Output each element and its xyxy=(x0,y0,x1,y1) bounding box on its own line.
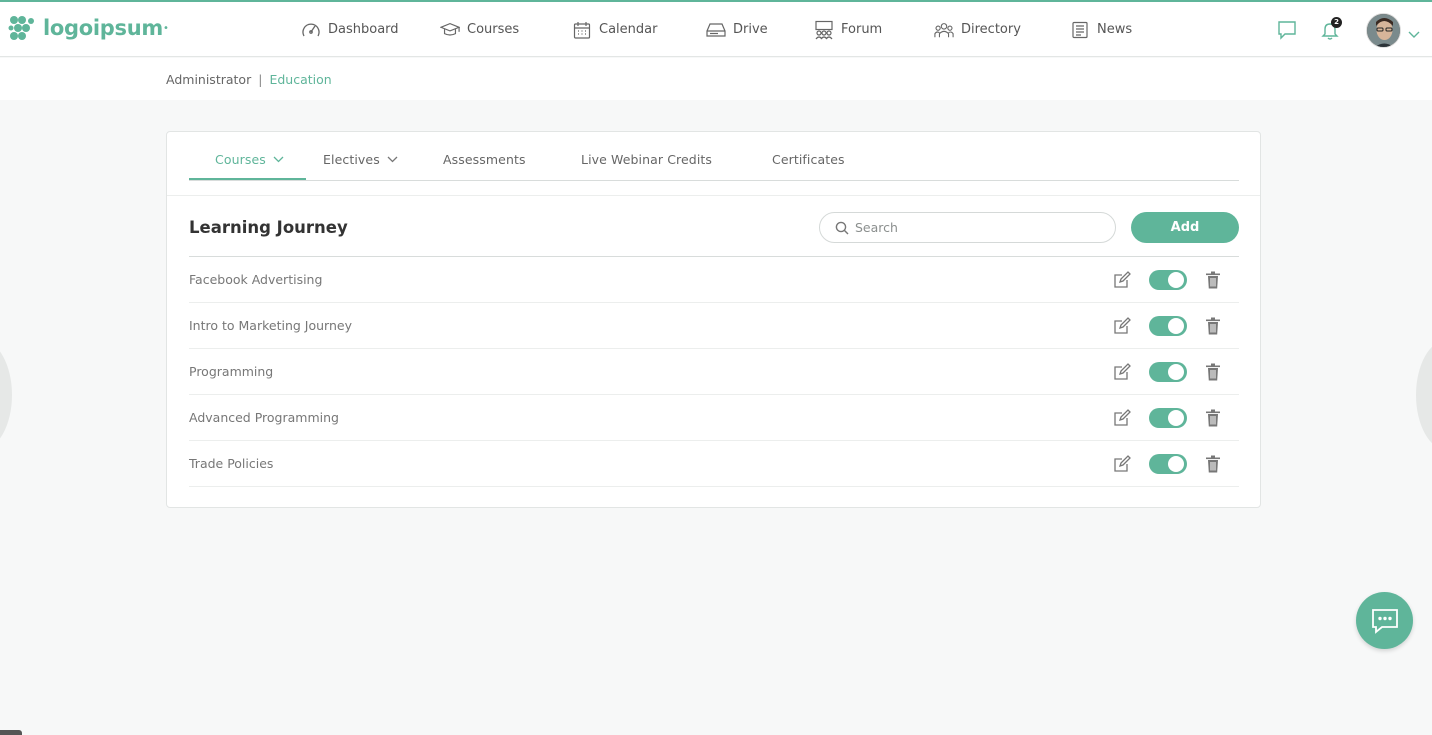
tab-courses[interactable]: Courses xyxy=(215,152,284,167)
messages-button[interactable] xyxy=(1276,19,1298,41)
enabled-toggle[interactable] xyxy=(1149,270,1187,290)
chat-bubble-icon xyxy=(1278,21,1296,40)
nav-courses[interactable]: Courses xyxy=(440,20,519,40)
chat-dots-icon xyxy=(1371,608,1398,634)
avatar[interactable] xyxy=(1366,13,1401,48)
trash-icon[interactable] xyxy=(1205,317,1221,335)
enabled-toggle[interactable] xyxy=(1149,316,1187,336)
newspaper-icon xyxy=(1070,20,1090,40)
edit-icon[interactable] xyxy=(1113,317,1131,335)
journey-list: Facebook Advertising Intro to Marketing … xyxy=(189,256,1239,487)
top-header: logoipsum • Dashboard Courses Calendar D… xyxy=(0,2,1432,57)
corner-marker xyxy=(0,730,22,735)
nav-dashboard[interactable]: Dashboard xyxy=(301,20,399,40)
tab-live-webinar-credits[interactable]: Live Webinar Credits xyxy=(581,152,712,167)
drive-icon xyxy=(706,20,726,40)
breadcrumb-current[interactable]: Education xyxy=(269,72,331,87)
list-item: Programming xyxy=(189,349,1239,395)
tab-certificates[interactable]: Certificates xyxy=(772,152,845,167)
tab-assessments[interactable]: Assessments xyxy=(443,152,526,167)
graduation-cap-icon xyxy=(440,20,460,40)
tab-bar: Courses Electives Assessments Live Webin… xyxy=(189,132,1239,181)
nav-forum-label: Forum xyxy=(841,22,883,37)
trash-icon[interactable] xyxy=(1205,271,1221,289)
carousel-next-handle[interactable] xyxy=(1416,340,1432,450)
learning-journey-card: Courses Electives Assessments Live Webin… xyxy=(166,131,1261,508)
chevron-down-icon xyxy=(1408,31,1420,38)
search-box[interactable] xyxy=(819,212,1116,243)
tab-assessments-label: Assessments xyxy=(443,152,526,167)
edit-icon[interactable] xyxy=(1113,409,1131,427)
breadcrumb-bar: Administrator | Education xyxy=(0,58,1432,100)
edit-icon[interactable] xyxy=(1113,363,1131,381)
tab-certificates-label: Certificates xyxy=(772,152,845,167)
gauge-icon xyxy=(301,20,321,40)
edit-icon[interactable] xyxy=(1113,455,1131,473)
logo-trademark: • xyxy=(162,22,169,34)
section-title: Learning Journey xyxy=(189,218,348,237)
chat-button[interactable] xyxy=(1356,592,1413,649)
chevron-down-icon xyxy=(387,156,398,163)
breadcrumb-root[interactable]: Administrator xyxy=(166,72,251,87)
nav-forum[interactable]: Forum xyxy=(814,20,882,40)
journey-name[interactable]: Trade Policies xyxy=(189,456,273,471)
journey-name[interactable]: Intro to Marketing Journey xyxy=(189,318,352,333)
journey-name[interactable]: Facebook Advertising xyxy=(189,272,322,287)
journey-name[interactable]: Programming xyxy=(189,364,273,379)
nav-courses-label: Courses xyxy=(467,22,520,37)
nav-calendar[interactable]: Calendar xyxy=(572,20,657,40)
forum-icon xyxy=(814,20,834,40)
nav-directory[interactable]: Directory xyxy=(934,20,1021,40)
card-divider xyxy=(167,195,1260,196)
logo-text: logoipsum xyxy=(43,16,163,40)
trash-icon[interactable] xyxy=(1205,455,1221,473)
logo-mark-icon xyxy=(8,16,34,40)
trash-icon[interactable] xyxy=(1205,409,1221,427)
chevron-down-icon xyxy=(273,156,284,163)
nav-drive[interactable]: Drive xyxy=(706,20,768,40)
search-input[interactable] xyxy=(855,220,1095,235)
nav-drive-label: Drive xyxy=(733,22,768,37)
list-item: Facebook Advertising xyxy=(189,257,1239,303)
carousel-prev-handle[interactable] xyxy=(0,340,12,450)
search-icon xyxy=(835,221,849,234)
nav-dashboard-label: Dashboard xyxy=(328,22,399,37)
calendar-icon xyxy=(572,20,592,40)
user-photo-icon xyxy=(1367,14,1400,47)
nav-news[interactable]: News xyxy=(1070,20,1132,40)
people-icon xyxy=(934,20,954,40)
tab-electives-label: Electives xyxy=(323,152,380,167)
nav-calendar-label: Calendar xyxy=(599,22,658,37)
enabled-toggle[interactable] xyxy=(1149,454,1187,474)
breadcrumb: Administrator | Education xyxy=(166,72,332,87)
tab-live-webinar-credits-label: Live Webinar Credits xyxy=(581,152,713,167)
trash-icon[interactable] xyxy=(1205,363,1221,381)
nav-news-label: News xyxy=(1097,22,1133,37)
active-tab-indicator xyxy=(189,178,306,180)
toggle-knob xyxy=(1168,318,1184,334)
account-menu-chevron[interactable] xyxy=(1408,24,1420,43)
enabled-toggle[interactable] xyxy=(1149,362,1187,382)
toggle-knob xyxy=(1168,410,1184,426)
list-item: Advanced Programming xyxy=(189,395,1239,441)
list-item: Intro to Marketing Journey xyxy=(189,303,1239,349)
nav-directory-label: Directory xyxy=(961,22,1021,37)
edit-icon[interactable] xyxy=(1113,271,1131,289)
notification-badge: 2 xyxy=(1331,17,1342,28)
enabled-toggle[interactable] xyxy=(1149,408,1187,428)
add-button[interactable]: Add xyxy=(1131,212,1239,243)
logo[interactable]: logoipsum • xyxy=(7,13,169,43)
list-item: Trade Policies xyxy=(189,441,1239,487)
tab-courses-label: Courses xyxy=(215,152,266,167)
breadcrumb-separator: | xyxy=(258,72,263,87)
tab-electives[interactable]: Electives xyxy=(323,152,398,167)
toggle-knob xyxy=(1168,364,1184,380)
toggle-knob xyxy=(1168,272,1184,288)
toggle-knob xyxy=(1168,456,1184,472)
journey-name[interactable]: Advanced Programming xyxy=(189,410,339,425)
